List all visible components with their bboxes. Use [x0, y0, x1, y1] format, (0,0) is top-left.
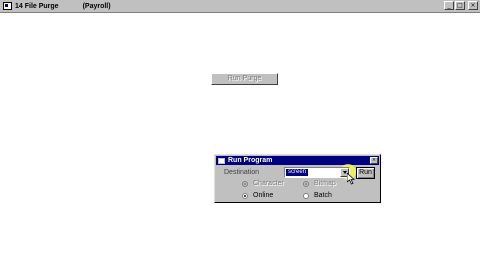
window-title: 14 File Purge [15, 2, 59, 10]
batch-label[interactable]: Batch [314, 192, 332, 199]
character-radio [242, 180, 248, 187]
dialog-titlebar[interactable]: Run Program × [216, 156, 379, 165]
minimize-button[interactable]: _ [444, 1, 454, 10]
character-label: Character [253, 180, 284, 187]
window-controls: _ □ × [444, 1, 478, 10]
dialog-app-icon [218, 157, 225, 164]
main-window: 14 File Purge (Payroll) _ □ × Run Purge … [0, 0, 480, 270]
run-purge-button: Run Purge [211, 73, 278, 85]
option-online[interactable]: Online [242, 192, 273, 199]
maximize-button[interactable]: □ [455, 1, 465, 10]
dialog-title: Run Program [228, 157, 273, 164]
bitmap-radio [303, 180, 309, 187]
window-titlebar[interactable]: 14 File Purge (Payroll) _ □ × [0, 0, 480, 13]
option-character: Character [242, 180, 284, 187]
batch-radio[interactable] [303, 192, 309, 199]
app-icon[interactable] [3, 2, 12, 10]
run-button[interactable]: Run [356, 167, 375, 179]
window-subtitle: (Payroll) [82, 2, 111, 10]
online-label[interactable]: Online [253, 192, 273, 199]
close-button[interactable]: × [468, 1, 478, 10]
option-bitmap: Bitmap [303, 180, 336, 187]
run-program-dialog: Run Program × Destination screen Run Cha… [214, 154, 381, 203]
bitmap-label: Bitmap [314, 180, 336, 187]
destination-label: Destination [224, 169, 260, 176]
online-radio[interactable] [242, 192, 248, 199]
destination-select[interactable]: screen [284, 167, 350, 178]
dialog-close-button[interactable]: × [370, 157, 378, 164]
destination-value[interactable]: screen [286, 169, 309, 176]
option-batch[interactable]: Batch [303, 192, 332, 199]
